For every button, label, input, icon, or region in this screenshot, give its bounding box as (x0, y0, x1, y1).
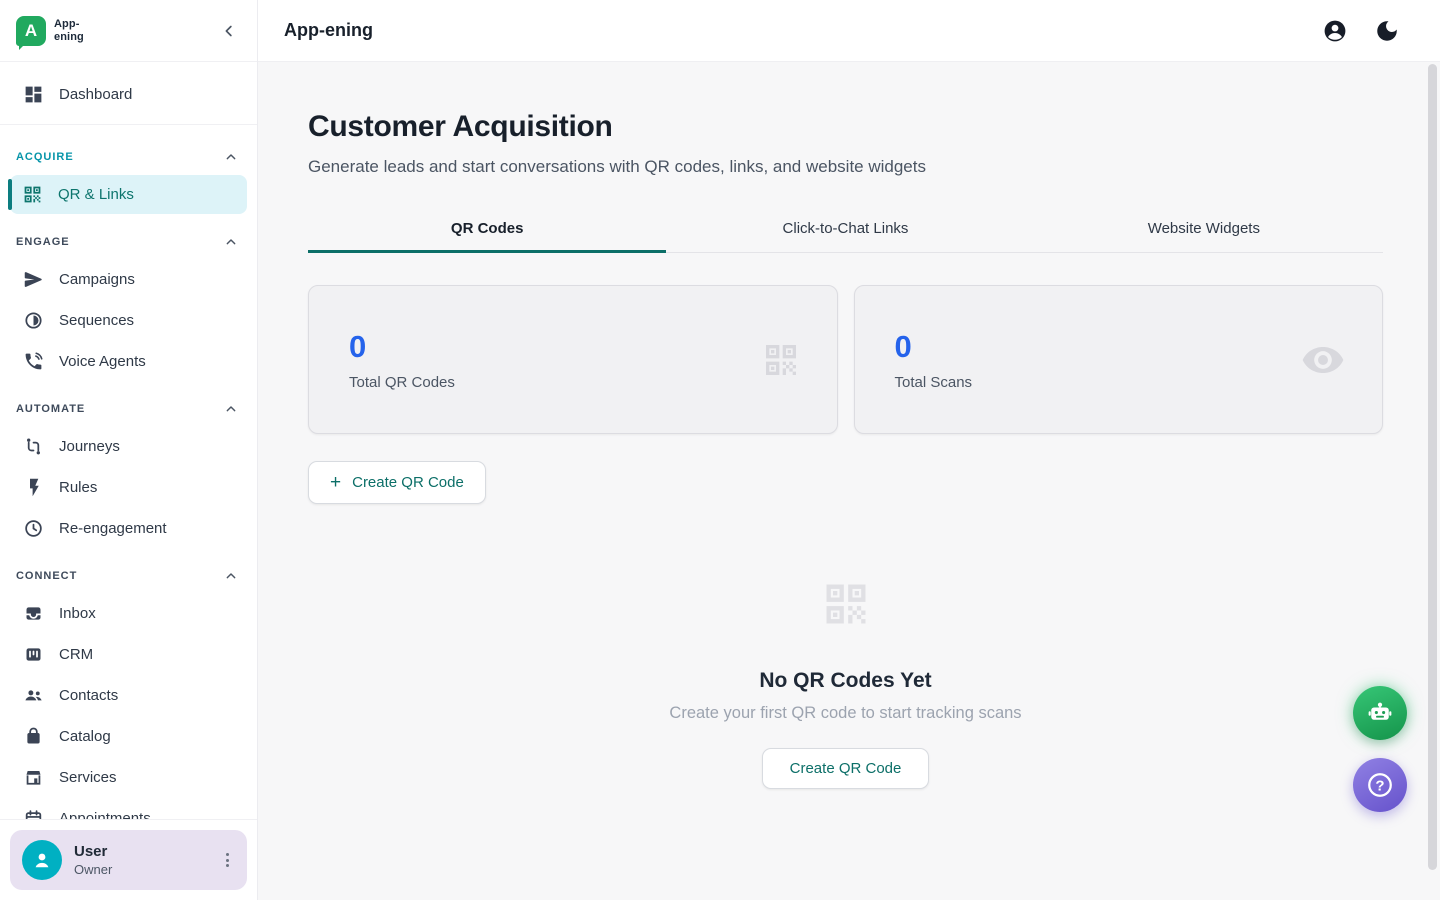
calendar-icon (23, 808, 44, 819)
app-window: A App- ening Dashboard ACQUIRE (0, 0, 1440, 900)
empty-state-subtitle: Create your first QR code to start track… (308, 704, 1383, 723)
account-icon[interactable] (1322, 18, 1348, 44)
tab-website-widgets[interactable]: Website Widgets (1025, 207, 1383, 252)
phone-in-talk-icon (23, 351, 44, 372)
chevron-up-icon (223, 401, 239, 417)
sidebar-item-sequences[interactable]: Sequences (0, 300, 257, 341)
top-bar: App-ening (258, 0, 1440, 62)
half-circle-icon (23, 310, 44, 331)
dark-mode-moon-icon[interactable] (1374, 18, 1400, 44)
help-question-icon (1365, 770, 1395, 800)
chevron-up-icon (223, 149, 239, 165)
chevron-left-icon (220, 22, 238, 40)
sidebar-item-rules[interactable]: Rules (0, 467, 257, 508)
sidebar-item-re-engagement[interactable]: Re-engagement (0, 508, 257, 549)
stat-card-total-qr-codes: 0 Total QR Codes (308, 285, 838, 434)
stat-value: 0 (349, 329, 455, 365)
sidebar-item-dashboard[interactable]: Dashboard (0, 72, 257, 116)
sidebar-divider (0, 124, 257, 125)
section-connect[interactable]: CONNECT (0, 549, 257, 593)
logo-mark-icon: A (16, 16, 46, 46)
person-icon (30, 848, 54, 872)
tab-bar: QR Codes Click-to-Chat Links Website Wid… (308, 207, 1383, 253)
logo-text: App- ening (54, 18, 84, 42)
robot-icon (1365, 698, 1395, 728)
stat-label: Total Scans (895, 374, 973, 391)
section-automate[interactable]: AUTOMATE (0, 382, 257, 426)
user-avatar (22, 840, 62, 880)
route-icon (23, 436, 44, 457)
sidebar-item-voice-agents[interactable]: Voice Agents (0, 341, 257, 382)
kanban-icon (23, 644, 44, 665)
page-subtitle: Generate leads and start conversations w… (308, 157, 1383, 177)
assistant-fab-button[interactable] (1353, 686, 1407, 740)
page-title: Customer Acquisition (308, 110, 1383, 144)
clock-icon (23, 518, 44, 539)
sidebar-item-services[interactable]: Services (0, 757, 257, 798)
plus-icon: + (330, 473, 341, 492)
sidebar-collapse-button[interactable] (215, 17, 243, 45)
empty-state-create-qr-code-button[interactable]: Create QR Code (762, 748, 930, 789)
sidebar-item-contacts[interactable]: Contacts (0, 675, 257, 716)
people-icon (23, 685, 44, 706)
user-info: User Owner (74, 843, 112, 877)
create-qr-code-button[interactable]: + Create QR Code (308, 461, 486, 504)
sidebar-item-inbox[interactable]: Inbox (0, 593, 257, 634)
user-panel: User Owner (0, 819, 257, 900)
app-title: App-ening (284, 20, 373, 41)
section-engage[interactable]: ENGAGE (0, 215, 257, 259)
stat-value: 0 (895, 329, 973, 365)
sidebar-item-appointments[interactable]: Appointments (0, 798, 257, 819)
inbox-icon (23, 603, 44, 624)
lightning-bolt-icon (23, 477, 44, 498)
qr-code-icon (820, 578, 872, 630)
sidebar-item-crm[interactable]: CRM (0, 634, 257, 675)
stat-label: Total QR Codes (349, 374, 455, 391)
stat-card-total-scans: 0 Total Scans (854, 285, 1384, 434)
vertical-scrollbar[interactable] (1428, 64, 1437, 870)
top-bar-actions (1322, 18, 1400, 44)
page-content: Customer Acquisition Generate leads and … (258, 62, 1440, 900)
stat-cards: 0 Total QR Codes 0 Total Scans (308, 285, 1383, 434)
tab-qr-codes[interactable]: QR Codes (308, 207, 666, 252)
storefront-icon (23, 767, 44, 788)
sidebar-item-catalog[interactable]: Catalog (0, 716, 257, 757)
sidebar: A App- ening Dashboard ACQUIRE (0, 0, 258, 900)
user-role: Owner (74, 862, 112, 877)
main-area: App-ening Customer Acquisition Generate … (258, 0, 1440, 900)
qr-code-icon (22, 184, 43, 205)
empty-state-title: No QR Codes Yet (308, 669, 1383, 693)
user-card[interactable]: User Owner (10, 830, 247, 890)
app-logo: A App- ening (16, 16, 84, 46)
sidebar-nav: Dashboard ACQUIRE QR & Links ENGAGE Camp… (0, 62, 257, 819)
sidebar-item-journeys[interactable]: Journeys (0, 426, 257, 467)
chevron-up-icon (223, 234, 239, 250)
section-acquire[interactable]: ACQUIRE (0, 134, 257, 174)
eye-icon (1300, 337, 1346, 383)
shopping-bag-icon (23, 726, 44, 747)
sidebar-header: A App- ening (0, 0, 257, 62)
sidebar-item-qr-links[interactable]: QR & Links (10, 175, 247, 214)
chevron-up-icon (223, 568, 239, 584)
tab-click-to-chat-links[interactable]: Click-to-Chat Links (666, 207, 1024, 252)
dashboard-grid-icon (23, 84, 44, 105)
empty-state: No QR Codes Yet Create your first QR cod… (308, 578, 1383, 789)
user-name: User (74, 843, 112, 860)
user-menu-kebab-icon[interactable] (220, 847, 235, 873)
help-fab-button[interactable] (1353, 758, 1407, 812)
qr-code-icon (761, 340, 801, 380)
send-icon (23, 269, 44, 290)
sidebar-item-campaigns[interactable]: Campaigns (0, 259, 257, 300)
